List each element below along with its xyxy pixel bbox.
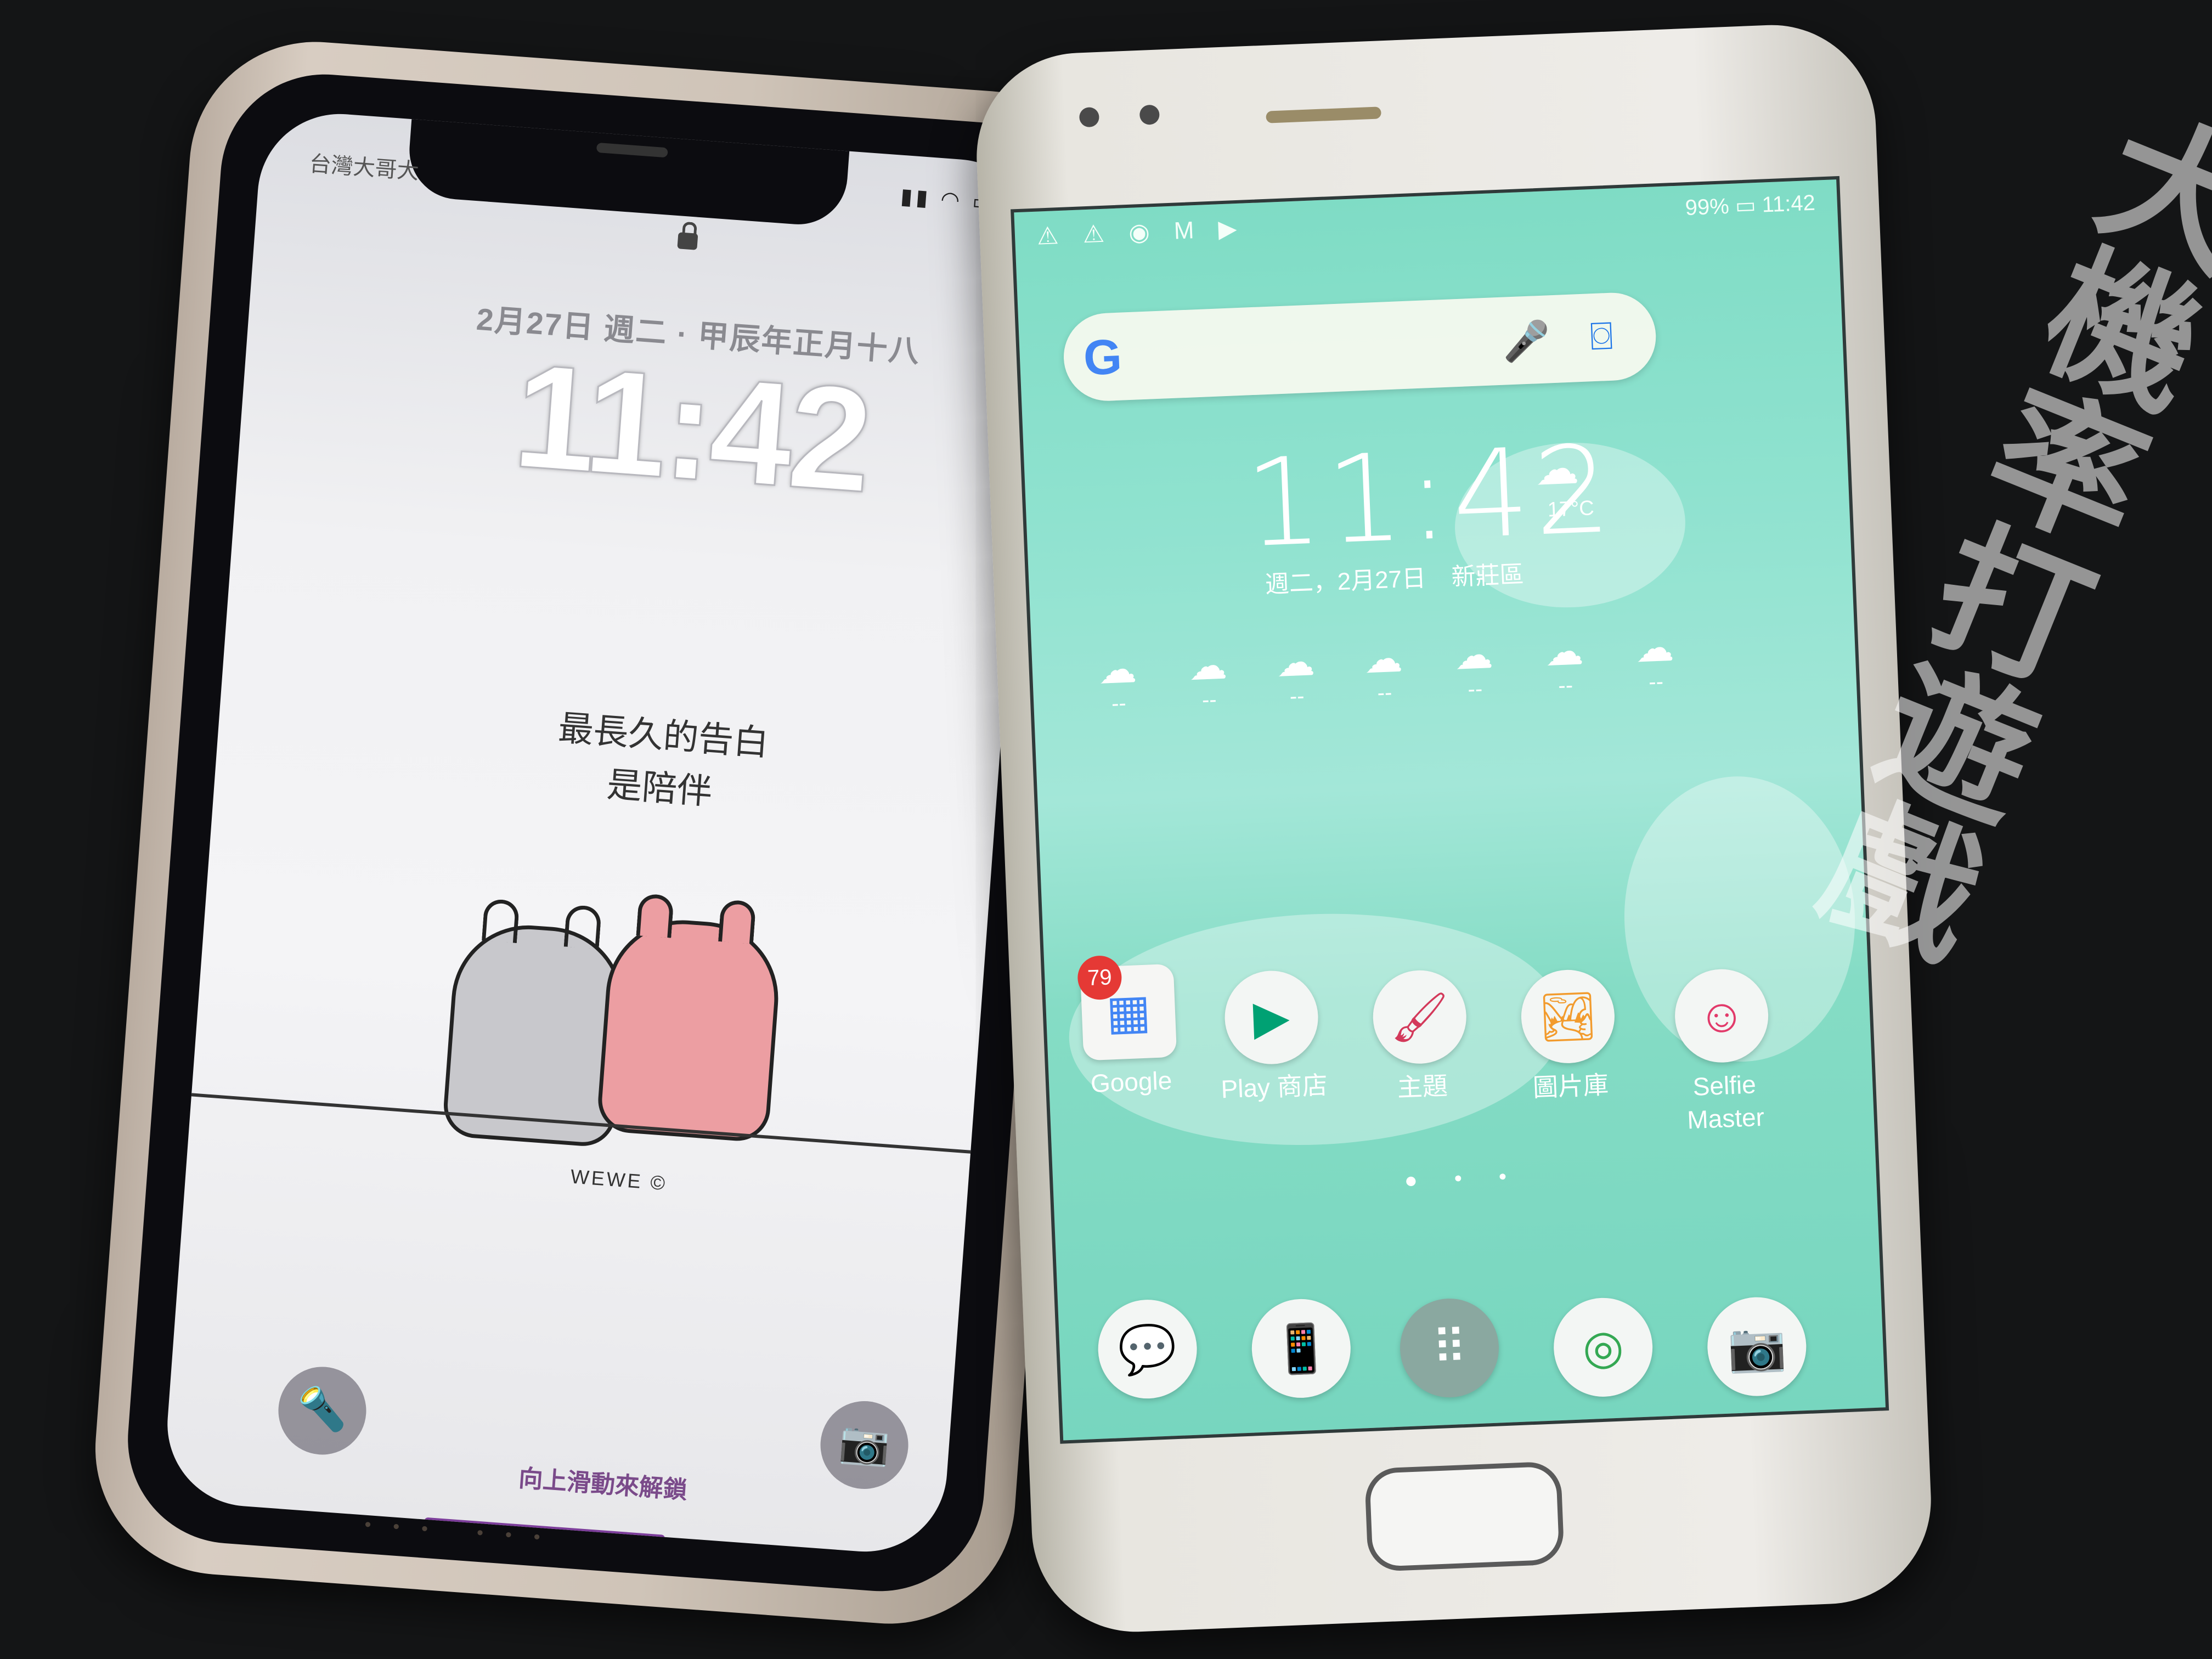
forecast-item: ☁ -- (1270, 640, 1322, 710)
app-themes[interactable]: 🖌 主題 (1357, 968, 1483, 1105)
clock-widget-time[interactable]: 11:42 (1243, 419, 1618, 574)
paint-roller-icon: 🖌 (1371, 968, 1469, 1066)
gallery-icon: 🏞 (1519, 968, 1617, 1065)
app-label: Google (1090, 1066, 1173, 1098)
app-gallery[interactable]: 🏞 圖片庫 (1506, 968, 1632, 1105)
forecast-value: -- (1558, 673, 1573, 698)
app-play-store[interactable]: ▶ Play 商店 (1209, 968, 1335, 1106)
iphone-bezel: 台灣大哥大 ▮▮ ◠ ▭ 2月27日 週二 · 甲辰年正月十八 11:42 最長… (120, 67, 1085, 1599)
forecast-item: ☁ -- (1539, 629, 1591, 699)
forecast-item: ☁ -- (1448, 633, 1500, 703)
weather-forecast-row[interactable]: ☁ -- ☁ -- ☁ -- ☁ -- ☁ -- ☁ -- ☁ -- (1092, 625, 1674, 716)
lock-icon (677, 232, 698, 250)
front-sensor (1139, 104, 1160, 125)
flashlight-icon: 🔦 (295, 1384, 349, 1434)
dock-camera[interactable]: 📷 (1695, 1295, 1819, 1398)
status-battery-time: 99% ▭ 11:42 (1684, 190, 1816, 221)
messages-icon: 💬 (1096, 1297, 1199, 1401)
dock-phone[interactable]: 📱 (1239, 1297, 1363, 1401)
forecast-value: -- (1467, 676, 1483, 702)
forecast-value: -- (1648, 669, 1664, 695)
cat-ear (636, 893, 674, 938)
app-google-folder[interactable]: ▦ 79 Google (1066, 955, 1193, 1101)
carrier-label: 台灣大哥大 (308, 151, 420, 184)
flashlight-button[interactable]: 🔦 (275, 1363, 370, 1458)
camera-button[interactable]: 📷 (817, 1398, 912, 1492)
phone-icon: 📱 (1250, 1297, 1353, 1400)
iphone-lock-screen[interactable]: 台灣大哥大 ▮▮ ◠ ▭ 2月27日 週二 · 甲辰年正月十八 11:42 最長… (161, 108, 1043, 1558)
home-fingerprint-button[interactable] (1364, 1461, 1565, 1572)
earpiece (596, 142, 668, 158)
pink-cat-illustration (596, 893, 784, 1143)
cloud-icon: ☁ (1634, 625, 1675, 670)
front-camera (1079, 106, 1100, 128)
cloud-icon: ☁ (1544, 629, 1584, 674)
lens-camera-icon[interactable]: ⌼ (1589, 314, 1614, 360)
forecast-value: -- (1376, 680, 1393, 706)
camera-icon: 📷 (837, 1418, 891, 1468)
weather-cloud-icon: ☁ (1534, 443, 1580, 494)
app-label: 圖片庫 (1532, 1070, 1610, 1102)
cloud-icon: ☁ (1453, 633, 1494, 678)
forecast-value: -- (1201, 687, 1217, 713)
google-logo-icon: G (1082, 329, 1124, 386)
forecast-item: ☁ -- (1092, 647, 1144, 718)
iphone-notch (406, 108, 850, 228)
cloud-icon: ☁ (1363, 636, 1404, 681)
clock-widget-location: 新莊區 (1451, 561, 1525, 591)
forecast-item: ☁ -- (1182, 643, 1234, 714)
app-label: Selfie Master (1686, 1070, 1765, 1135)
notification-icons: ⚠ ⚠ ◉ M ▶ (1036, 215, 1246, 250)
wallpaper-quote: 最長久的告白 是陪伴 (521, 699, 802, 825)
clock-widget-date: 週二，2月27日 (1264, 565, 1427, 599)
forecast-value: -- (1289, 684, 1305, 709)
cloud-icon: ☁ (1276, 640, 1316, 685)
forecast-item: ☁ -- (1629, 625, 1681, 696)
app-drawer-icon: ⠿ (1398, 1296, 1501, 1400)
selfie-face-icon: ☺ (1673, 967, 1770, 1065)
page-indicator[interactable]: ● • • (1404, 1164, 1522, 1194)
forecast-value: -- (1111, 691, 1127, 716)
forecast-item: ☁ -- (1358, 636, 1410, 707)
play-store-icon: ▶ (1223, 969, 1320, 1066)
dock-messages[interactable]: 💬 (1085, 1297, 1210, 1401)
chrome-icon: ◎ (1551, 1296, 1655, 1399)
mic-icon[interactable]: 🎤 (1502, 318, 1551, 365)
wallpaper-credit: WEWE © (569, 1165, 668, 1195)
google-search-bar[interactable]: G 🎤 ⌼ (1062, 291, 1658, 403)
dock-app-drawer[interactable]: ⠿ (1387, 1296, 1511, 1400)
iphone-case: 台灣大哥大 ▮▮ ◠ ▭ 2月27日 週二 · 甲辰年正月十八 11:42 最長… (86, 33, 1119, 1633)
app-label: 主題 (1396, 1071, 1448, 1102)
cloud-icon: ☁ (1097, 647, 1138, 692)
camera-icon: 📷 (1705, 1295, 1808, 1398)
cat-ear (718, 899, 757, 944)
earpiece (1266, 106, 1381, 123)
app-selfie-master[interactable]: ☺ Selfie Master (1660, 967, 1787, 1137)
dock-chrome[interactable]: ◎ (1541, 1295, 1666, 1399)
cat-ear (563, 904, 602, 950)
cat-ear (482, 898, 520, 944)
cloud-icon: ☁ (1188, 644, 1228, 689)
swipe-to-unlock-hint: 向上滑動來解鎖 (517, 1465, 689, 1504)
weather-temperature: 17°C (1547, 496, 1595, 522)
app-label: Play 商店 (1220, 1070, 1328, 1104)
